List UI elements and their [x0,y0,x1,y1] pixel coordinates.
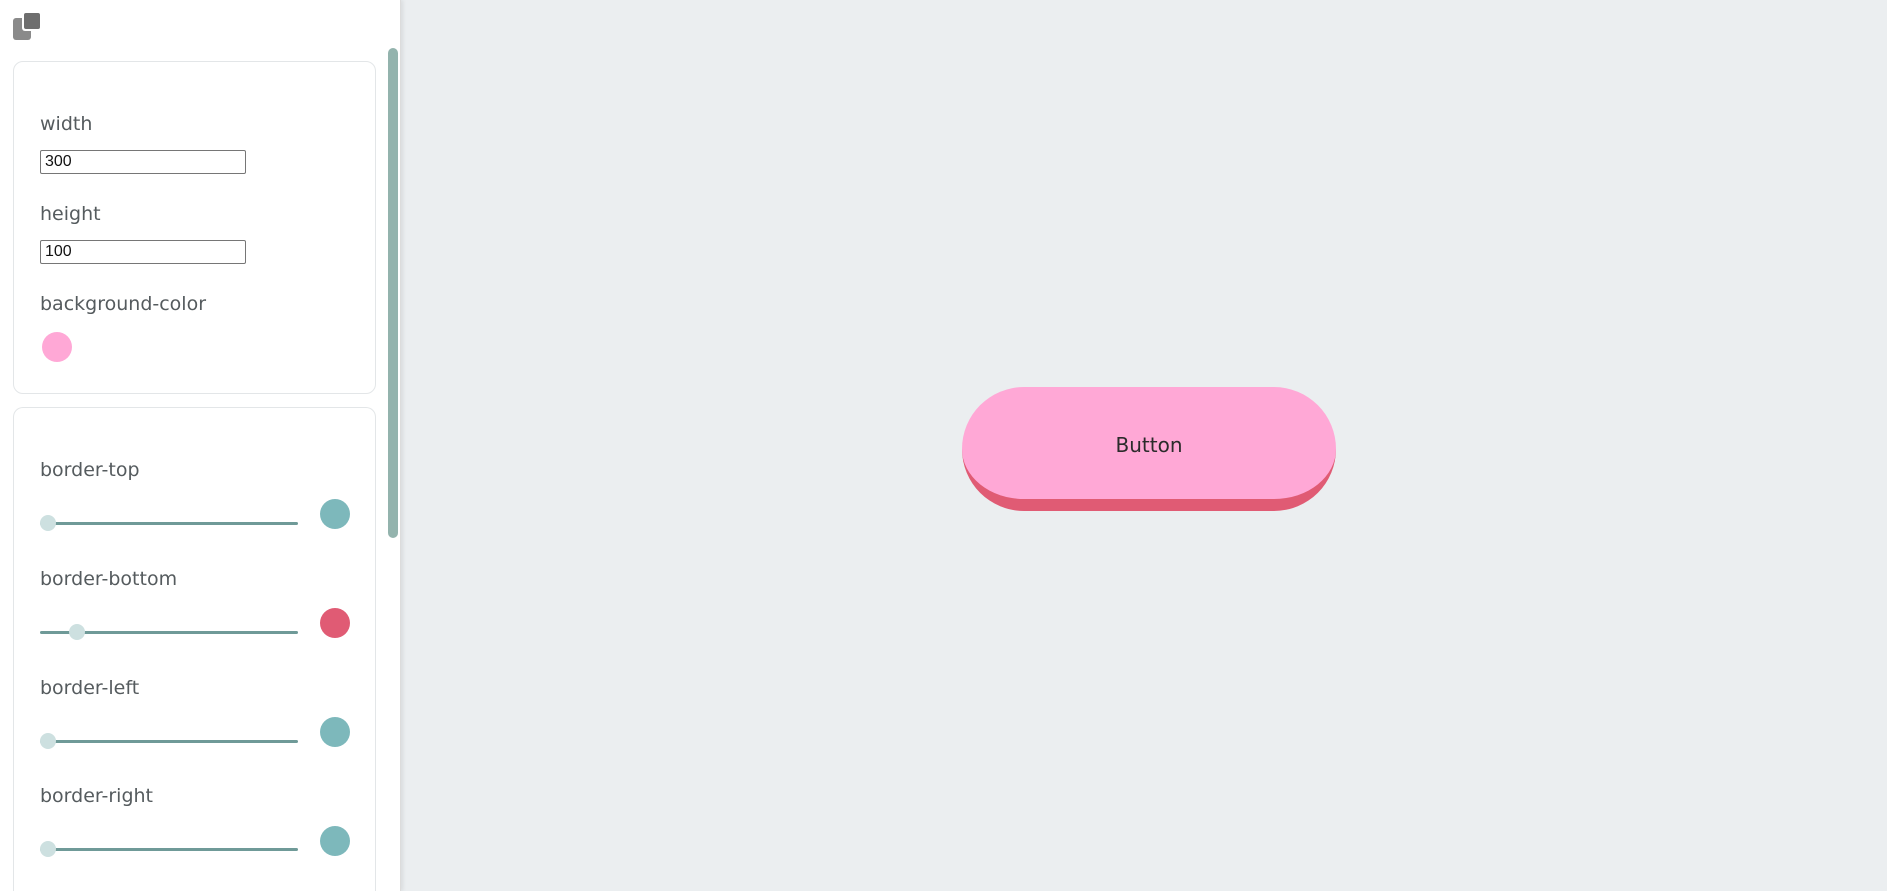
border-left-slider[interactable] [40,733,298,749]
border-top-color-swatch[interactable] [320,499,350,529]
border-left-label: border-left [40,677,140,699]
width-label: width [40,113,93,135]
border-right-slider[interactable] [40,841,298,857]
border-right-slider-thumb[interactable] [40,841,56,857]
preview-button-label: Button [1115,433,1183,457]
border-bottom-slider-thumb[interactable] [69,624,86,640]
size-panel: width height background-color [13,61,376,394]
height-label: height [40,203,101,225]
border-bottom-slider[interactable] [40,624,298,640]
border-bottom-color-swatch[interactable] [320,608,350,638]
sidebar: width height background-color border-top… [0,0,401,891]
border-left-color-swatch[interactable] [320,717,350,747]
border-top-slider[interactable] [40,515,298,531]
border-left-slider-thumb[interactable] [40,733,56,749]
width-input[interactable] [40,150,246,174]
border-top-slider-thumb[interactable] [40,515,56,531]
border-panel: border-top border-bottom border-left bor… [13,407,376,891]
height-input[interactable] [40,240,246,264]
preview-button[interactable]: Button [962,387,1336,511]
background-color-label: background-color [40,293,207,315]
border-bottom-label: border-bottom [40,568,178,590]
copy-icon[interactable] [12,10,44,42]
sidebar-scrollbar[interactable] [388,48,398,538]
border-top-label: border-top [40,459,140,481]
border-right-color-swatch[interactable] [320,826,350,856]
border-right-label: border-right [40,785,154,807]
background-color-picker[interactable] [42,332,72,362]
